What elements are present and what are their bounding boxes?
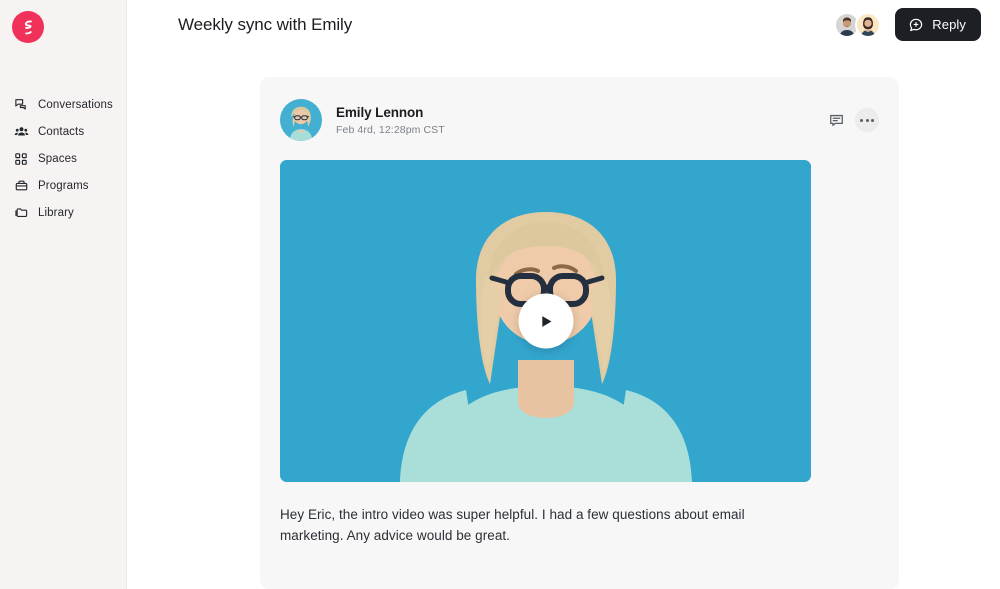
sidebar-nav: Conversations Contacts Spaces Programs L…	[0, 91, 126, 226]
avatar-participant-2[interactable]	[855, 11, 882, 38]
chat-plus-icon	[908, 17, 924, 33]
reply-button-label: Reply	[932, 17, 966, 32]
comment-icon[interactable]	[827, 111, 845, 129]
sidebar-item-contacts[interactable]: Contacts	[0, 118, 126, 145]
message-header: Emily Lennon Feb 4rd, 12:28pm CST	[280, 99, 879, 141]
participant-avatars	[834, 11, 882, 38]
message-body: Hey Eric, the intro video was super help…	[280, 507, 745, 543]
spaces-icon	[13, 151, 29, 167]
page-title: Weekly sync with Emily	[178, 14, 353, 34]
message-card: Emily Lennon Feb 4rd, 12:28pm CST Hey Er…	[260, 77, 899, 589]
app-root: Conversations Contacts Spaces Programs L…	[0, 0, 1000, 589]
dot	[865, 118, 869, 122]
emily-avatar[interactable]	[280, 99, 322, 141]
main-panel: Weekly sync with Emily Reply Emily Lenno…	[127, 0, 1000, 589]
bolt-logo-icon	[20, 19, 37, 36]
library-icon	[13, 205, 29, 221]
dot	[871, 118, 874, 122]
sidebar-item-label: Spaces	[38, 152, 77, 165]
conversations-icon	[13, 97, 29, 113]
play-icon[interactable]	[518, 293, 573, 349]
sidebar-item-conversations[interactable]: Conversations	[0, 91, 126, 118]
top-bar-actions: Reply	[834, 8, 981, 41]
sidebar-item-label: Programs	[38, 179, 89, 192]
top-bar: Weekly sync with Emily Reply	[127, 0, 1000, 49]
sidebar-item-spaces[interactable]: Spaces	[0, 145, 126, 172]
sidebar-item-label: Conversations	[38, 98, 113, 111]
message-timestamp: Feb 4rd, 12:28pm CST	[336, 123, 445, 136]
sidebar-item-programs[interactable]: Programs	[0, 172, 126, 199]
sidebar: Conversations Contacts Spaces Programs L…	[0, 0, 127, 589]
sidebar-item-label: Library	[38, 206, 74, 219]
message-actions	[827, 108, 879, 132]
app-logo[interactable]	[12, 11, 44, 43]
more-options-icon[interactable]	[855, 108, 879, 132]
dot	[860, 118, 863, 122]
message-meta: Emily Lennon Feb 4rd, 12:28pm CST	[336, 105, 445, 136]
sidebar-item-label: Contacts	[38, 125, 85, 138]
conversation-content: Emily Lennon Feb 4rd, 12:28pm CST Hey Er…	[127, 49, 1000, 589]
message-author: Emily Lennon	[336, 104, 424, 120]
programs-icon	[13, 178, 29, 194]
video-thumbnail[interactable]	[280, 160, 811, 482]
contacts-icon	[13, 124, 29, 140]
sidebar-item-library[interactable]: Library	[0, 199, 126, 226]
reply-button[interactable]: Reply	[895, 8, 981, 41]
